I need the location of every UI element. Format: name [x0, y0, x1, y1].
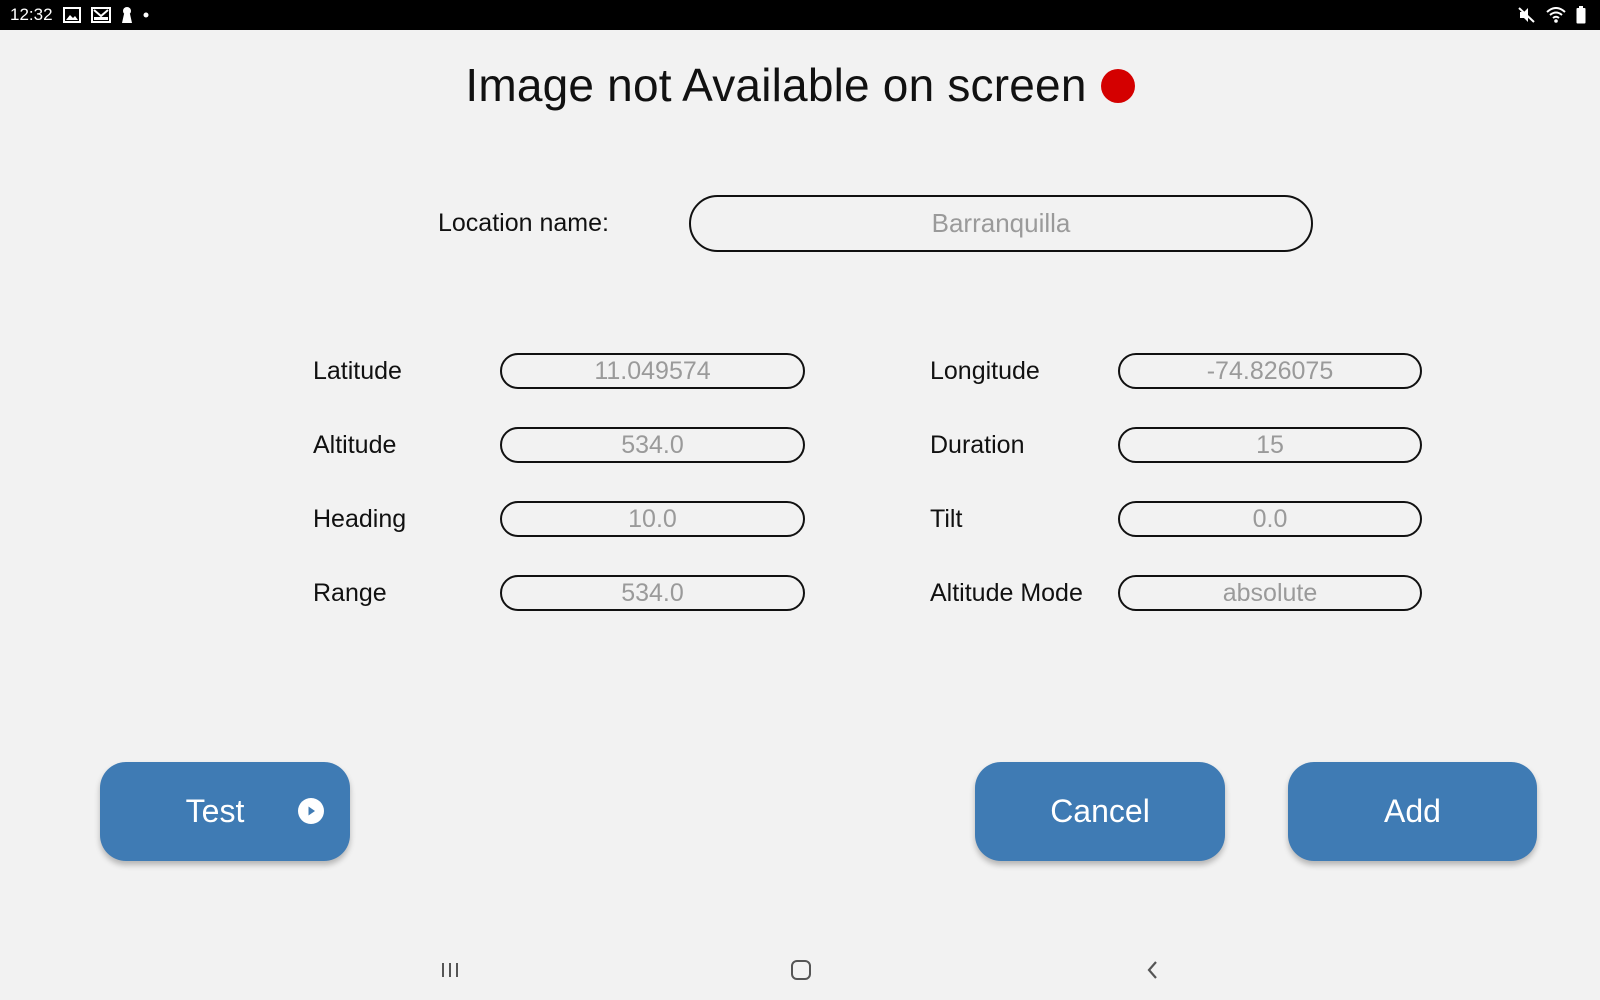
status-bar: 12:32 — [0, 0, 1600, 30]
mail-icon — [90, 7, 111, 23]
altitude-mode-label: Altitude Mode — [930, 579, 1083, 607]
heading-input[interactable] — [502, 504, 803, 534]
location-name-label: Location name: — [438, 209, 609, 237]
duration-label: Duration — [930, 431, 1025, 459]
navigation-bar — [0, 940, 1600, 1000]
test-button[interactable]: Test — [100, 762, 350, 861]
latitude-label: Latitude — [313, 357, 402, 385]
cancel-button-label: Cancel — [1050, 793, 1150, 829]
wifi-icon — [1546, 7, 1566, 23]
altitude-mode-input[interactable] — [1120, 578, 1420, 608]
page-title: Image not Available on screen — [465, 59, 1087, 111]
cancel-button[interactable]: Cancel — [975, 762, 1225, 861]
image-icon — [62, 7, 81, 23]
location-name-input[interactable] — [691, 208, 1311, 239]
tilt-input[interactable] — [1120, 504, 1420, 534]
range-input[interactable] — [502, 578, 803, 608]
status-bar-right — [1518, 6, 1586, 24]
duration-field[interactable] — [1118, 427, 1422, 463]
heading-field[interactable] — [500, 501, 805, 537]
status-indicator — [1100, 69, 1135, 103]
play-icon — [298, 798, 324, 824]
header: Image not Available on screen — [0, 58, 1600, 112]
altitude-field[interactable] — [500, 427, 805, 463]
latitude-field[interactable] — [500, 353, 805, 389]
back-icon[interactable] — [1132, 954, 1172, 986]
mute-icon — [1518, 7, 1536, 23]
test-button-label: Test — [185, 793, 245, 829]
status-bar-left: 12:32 — [10, 5, 149, 25]
longitude-label: Longitude — [930, 357, 1040, 385]
home-icon[interactable] — [781, 954, 821, 986]
battery-icon — [1576, 6, 1586, 24]
location-name-field[interactable] — [689, 195, 1313, 252]
keyhole-icon — [121, 6, 133, 24]
dot-icon — [143, 12, 149, 18]
tilt-label: Tilt — [930, 505, 963, 533]
altitude-input[interactable] — [502, 430, 803, 460]
altitude-label: Altitude — [313, 431, 397, 459]
add-button-label: Add — [1384, 793, 1441, 829]
status-time: 12:32 — [10, 5, 53, 24]
tilt-field[interactable] — [1118, 501, 1422, 537]
duration-input[interactable] — [1120, 430, 1420, 460]
recent-apps-icon[interactable] — [430, 954, 470, 986]
add-button[interactable]: Add — [1288, 762, 1537, 861]
longitude-input[interactable] — [1120, 356, 1420, 386]
latitude-input[interactable] — [502, 356, 803, 386]
range-field[interactable] — [500, 575, 805, 611]
longitude-field[interactable] — [1118, 353, 1422, 389]
altitude-mode-field[interactable] — [1118, 575, 1422, 611]
heading-label: Heading — [313, 505, 407, 533]
range-label: Range — [313, 579, 387, 607]
